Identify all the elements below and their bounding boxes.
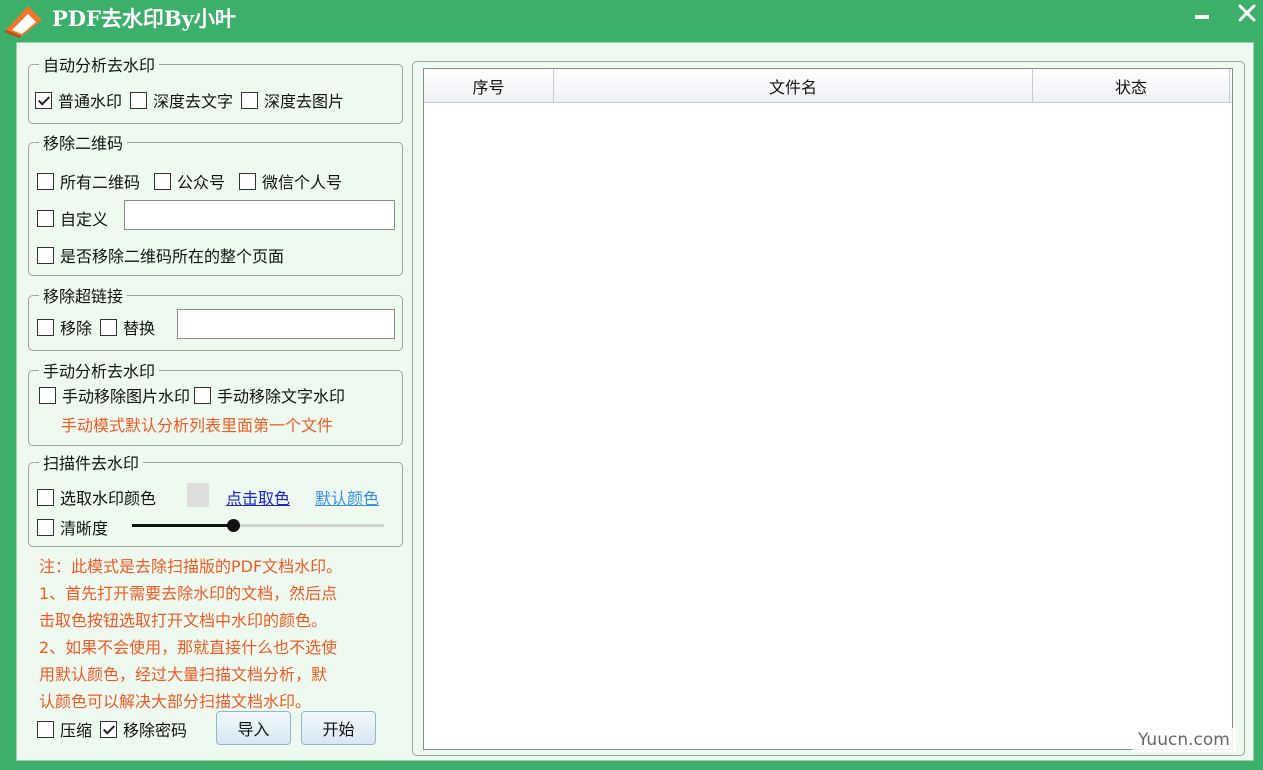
qrcode-options-row: 所有二维码 公众号 微信个人号: [37, 169, 350, 193]
remove-page-row: 是否移除二维码所在的整个页面: [37, 243, 292, 267]
replace-hyperlink-checkbox[interactable]: [100, 318, 118, 336]
file-list-table[interactable]: 序号 文件名 状态: [423, 68, 1233, 750]
remove-page-label: 是否移除二维码所在的整个页面: [60, 247, 285, 266]
hyperlink-row: 移除 替换: [37, 315, 163, 339]
option-label: 普通水印: [58, 92, 123, 111]
remove-password-label: 移除密码: [123, 721, 188, 740]
minimize-button[interactable]: [1186, 0, 1220, 30]
pick-color-row: 选取水印颜色: [37, 485, 164, 509]
option-label: 公众号: [177, 173, 226, 192]
pick-color-checkbox[interactable]: [37, 488, 54, 506]
option-label: 微信个人号: [262, 173, 343, 192]
minimize-icon: [1195, 15, 1209, 19]
color-swatch: [187, 483, 209, 507]
option-label: 深度去文字: [153, 92, 234, 111]
remove-whole-page-checkbox[interactable]: [37, 246, 54, 264]
compress-checkbox[interactable]: [37, 720, 54, 738]
manual-image-label: 手动移除图片水印: [62, 387, 191, 406]
deep-text-checkbox[interactable]: [130, 91, 148, 109]
custom-qrcode-checkbox[interactable]: [37, 209, 54, 227]
remove-password-checkbox[interactable]: [100, 720, 118, 738]
clarity-checkbox[interactable]: [37, 518, 54, 536]
close-button[interactable]: [1230, 0, 1263, 30]
option-label: 所有二维码: [60, 173, 141, 192]
table-header: 序号 文件名 状态: [424, 69, 1232, 103]
pick-color-label: 选取水印颜色: [60, 489, 157, 508]
manual-options-row: 手动移除图片水印 手动移除文字水印: [39, 383, 353, 407]
all-qrcode-checkbox[interactable]: [37, 172, 54, 190]
group-legend: 自动分析去水印: [43, 56, 156, 75]
site-watermark: Yuucn.com: [1132, 728, 1236, 752]
remove-hyperlink-checkbox[interactable]: [37, 318, 54, 336]
custom-row: 自定义: [37, 206, 116, 230]
group-legend: 移除二维码: [43, 134, 124, 153]
title-bar: PDF去水印By小叶: [0, 0, 1263, 38]
column-header-index[interactable]: 序号: [424, 69, 554, 103]
clarity-slider[interactable]: [132, 518, 384, 532]
group-legend: 移除超链接: [43, 287, 124, 306]
replace-hyperlink-input[interactable]: [177, 309, 395, 339]
slider-thumb[interactable]: [226, 519, 240, 532]
official-account-checkbox[interactable]: [154, 172, 172, 190]
normal-watermark-checkbox[interactable]: [35, 91, 52, 109]
group-legend: 扫描件去水印: [43, 454, 140, 473]
clarity-label: 清晰度: [60, 519, 109, 538]
import-button[interactable]: 导入: [216, 711, 291, 745]
file-list-frame: 序号 文件名 状态: [412, 61, 1245, 756]
custom-label: 自定义: [60, 210, 109, 229]
replace-label: 替换: [123, 319, 156, 338]
click-pick-color-link[interactable]: 点击取色: [226, 485, 290, 509]
bottom-options-row: 压缩 移除密码: [37, 717, 195, 741]
manual-image-checkbox[interactable]: [39, 386, 56, 404]
clarity-row: 清晰度: [37, 515, 116, 539]
deep-image-checkbox[interactable]: [241, 91, 259, 109]
manual-hint: 手动模式默认分析列表里面第一个文件: [61, 416, 334, 435]
column-header-status[interactable]: 状态: [1033, 69, 1230, 103]
compress-label: 压缩: [60, 721, 93, 740]
scan-mode-note: 注：此模式是去除扫描版的PDF文档水印。 1、首先打开需要去除水印的文档，然后点…: [39, 557, 343, 711]
auto-options-row: 普通水印 深度去文字 深度去图片: [35, 88, 352, 112]
custom-qrcode-input[interactable]: [124, 200, 395, 230]
slider-fill: [132, 524, 233, 527]
client-area: 自动分析去水印 普通水印 深度去文字 深度去图片 移除二维码 所有二维码 公众号…: [16, 42, 1254, 761]
close-icon: [1238, 4, 1256, 22]
manual-text-checkbox[interactable]: [194, 386, 212, 404]
app-title: PDF去水印By小叶: [52, 6, 236, 31]
manual-text-label: 手动移除文字水印: [217, 387, 346, 406]
wechat-personal-checkbox[interactable]: [239, 172, 257, 190]
group-legend: 手动分析去水印: [43, 362, 156, 381]
default-color-link[interactable]: 默认颜色: [315, 485, 379, 509]
app-logo-icon: [4, 6, 42, 38]
remove-label: 移除: [60, 319, 93, 338]
option-label: 深度去图片: [264, 92, 345, 111]
column-header-filename[interactable]: 文件名: [554, 69, 1033, 103]
start-button[interactable]: 开始: [301, 711, 376, 745]
